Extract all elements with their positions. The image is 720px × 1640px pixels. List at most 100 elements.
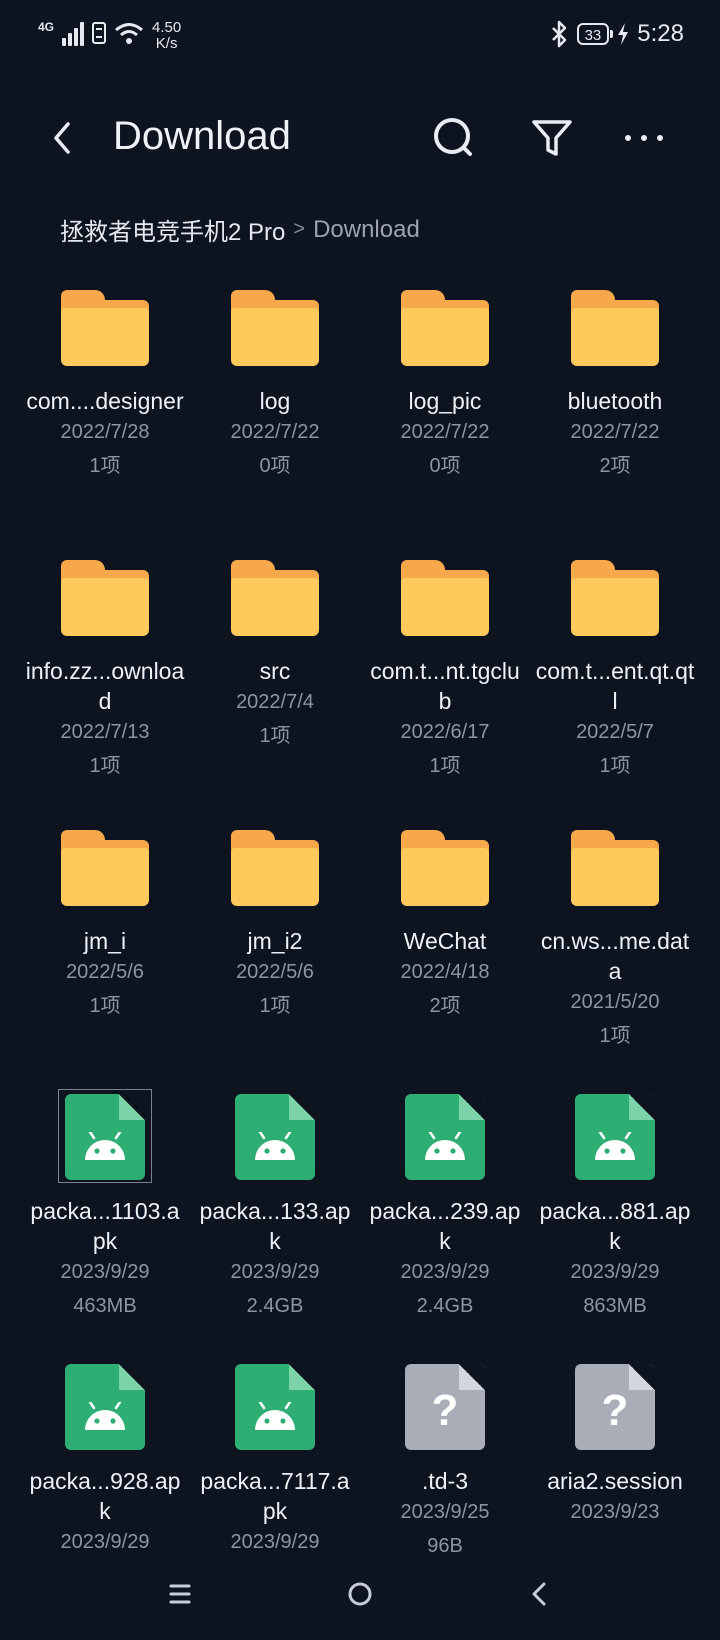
file-size: 863MB <box>583 1295 647 1317</box>
item-count: 1项 <box>89 995 121 1017</box>
filter-icon[interactable] <box>528 114 576 162</box>
item-date: 2022/7/28 <box>60 421 150 443</box>
unknown-file-icon: ? <box>397 1358 493 1454</box>
item-date: 2023/9/29 <box>230 1261 320 1283</box>
item-date: 2022/7/22 <box>400 421 490 443</box>
item-date: 2022/6/17 <box>400 721 490 743</box>
folder-icon <box>397 818 493 914</box>
folder-item[interactable]: com.t...ent.qt.qtl 2022/5/7 1项 <box>530 540 700 810</box>
folder-icon <box>397 548 493 644</box>
item-date: 2022/5/6 <box>236 961 314 983</box>
file-size: 2.4GB <box>416 1295 474 1317</box>
back-arrow-icon[interactable] <box>44 116 84 160</box>
item-date: 2022/5/6 <box>66 961 144 983</box>
file-grid: com....designer 2022/7/28 1项 log 2022/7/22 0项… <box>20 270 700 1620</box>
menu-icon[interactable] <box>160 1574 200 1614</box>
more-icon[interactable] <box>620 114 668 162</box>
sim-icon <box>92 22 107 44</box>
navigation-bar <box>0 1560 720 1640</box>
unknown-file-icon: ? <box>567 1358 663 1454</box>
item-name: log_pic <box>408 388 482 414</box>
android-apk-icon <box>567 1088 663 1184</box>
item-date: 2023/9/23 <box>570 1501 660 1523</box>
home-icon[interactable] <box>340 1574 380 1614</box>
file-item[interactable]: packa...1103.apk 2023/9/29 463MB <box>20 1080 190 1350</box>
android-apk-icon <box>227 1088 323 1184</box>
network-type: 4G <box>38 20 55 34</box>
item-name: jm_i2 <box>247 928 303 954</box>
item-count: 1项 <box>89 755 121 777</box>
folder-item[interactable]: cn.ws...me.data 2021/5/20 1项 <box>530 810 700 1080</box>
folder-item[interactable]: log_pic 2022/7/22 0项 <box>360 270 530 540</box>
app-header: Download <box>0 96 720 186</box>
clock: 5:28 <box>637 20 684 47</box>
folder-icon <box>227 818 323 914</box>
page-title: Download <box>113 114 291 158</box>
breadcrumb-root[interactable]: 拯救者电竞手机2 Pro <box>60 212 285 247</box>
charging-icon <box>618 23 629 45</box>
item-date: 2022/4/18 <box>400 961 490 983</box>
item-name: cn.ws...me.data <box>540 928 690 984</box>
file-size: 463MB <box>73 1295 137 1317</box>
folder-icon <box>567 818 663 914</box>
back-icon[interactable] <box>520 1574 560 1614</box>
item-count: 2项 <box>429 995 461 1017</box>
signal-icon <box>62 18 85 46</box>
item-date: 2022/7/22 <box>230 421 320 443</box>
item-name: .td-3 <box>421 1468 469 1494</box>
folder-item[interactable]: bluetooth 2022/7/22 2项 <box>530 270 700 540</box>
breadcrumb: 拯救者电竞手机2 Pro > Download <box>60 212 420 247</box>
file-size: 96B <box>427 1535 463 1557</box>
folder-item[interactable]: com....designer 2022/7/28 1项 <box>20 270 190 540</box>
item-date: 2023/9/29 <box>230 1531 320 1553</box>
bluetooth-icon <box>551 20 566 48</box>
item-date: 2021/5/20 <box>570 991 660 1013</box>
item-date: 2022/7/22 <box>570 421 660 443</box>
item-name: info.zz...ownload <box>25 658 185 714</box>
item-name: src <box>259 658 291 684</box>
item-date: 2023/9/29 <box>570 1261 660 1283</box>
item-count: 1项 <box>259 725 291 747</box>
folder-item[interactable]: com.t...nt.tgclub 2022/6/17 1项 <box>360 540 530 810</box>
network-speed: 4.50 K/s <box>152 20 181 52</box>
status-bar: 4G 4.50 K/s 33 5:28 <box>0 0 720 72</box>
folder-item[interactable]: log 2022/7/22 0项 <box>190 270 360 540</box>
item-count: 1项 <box>429 755 461 777</box>
folder-item[interactable]: src 2022/7/4 1项 <box>190 540 360 810</box>
folder-item[interactable]: jm_i 2022/5/6 1项 <box>20 810 190 1080</box>
item-date: 2023/9/29 <box>60 1531 150 1553</box>
item-count: 2项 <box>599 455 631 477</box>
item-name: aria2.session <box>547 1468 683 1494</box>
item-count: 1项 <box>599 1025 631 1047</box>
folder-item[interactable]: jm_i2 2022/5/6 1项 <box>190 810 360 1080</box>
speed-value: 4.50 <box>152 19 182 36</box>
item-name: packa...881.apk <box>539 1198 691 1254</box>
item-name: packa...1103.apk <box>30 1198 180 1254</box>
battery-indicator: 33 <box>576 23 613 45</box>
folder-icon <box>227 278 323 374</box>
folder-icon <box>567 278 663 374</box>
folder-item[interactable]: WeChat 2022/4/18 2项 <box>360 810 530 1080</box>
item-count: 0项 <box>259 455 291 477</box>
folder-icon <box>57 818 153 914</box>
android-apk-icon <box>57 1088 153 1184</box>
android-apk-icon <box>57 1358 153 1454</box>
folder-icon <box>397 278 493 374</box>
file-item[interactable]: packa...881.apk 2023/9/29 863MB <box>530 1080 700 1350</box>
item-date: 2023/9/29 <box>60 1261 150 1283</box>
item-count: 1项 <box>89 455 121 477</box>
item-count: 0项 <box>429 455 461 477</box>
file-item[interactable]: packa...133.apk 2023/9/29 2.4GB <box>190 1080 360 1350</box>
file-item[interactable]: packa...239.apk 2023/9/29 2.4GB <box>360 1080 530 1350</box>
speed-unit: K/s <box>155 35 178 52</box>
folder-item[interactable]: info.zz...ownload 2022/7/13 1项 <box>20 540 190 810</box>
item-name: com.t...ent.qt.qtl <box>535 658 695 714</box>
item-name: com.t...nt.tgclub <box>370 658 520 714</box>
item-name: packa...7117.apk <box>200 1468 350 1524</box>
search-icon[interactable] <box>430 114 478 162</box>
item-name: log <box>259 388 291 414</box>
item-date: 2022/7/4 <box>236 691 314 713</box>
item-date: 2023/9/29 <box>400 1261 490 1283</box>
item-name: jm_i <box>83 928 127 954</box>
item-name: WeChat <box>403 928 487 954</box>
